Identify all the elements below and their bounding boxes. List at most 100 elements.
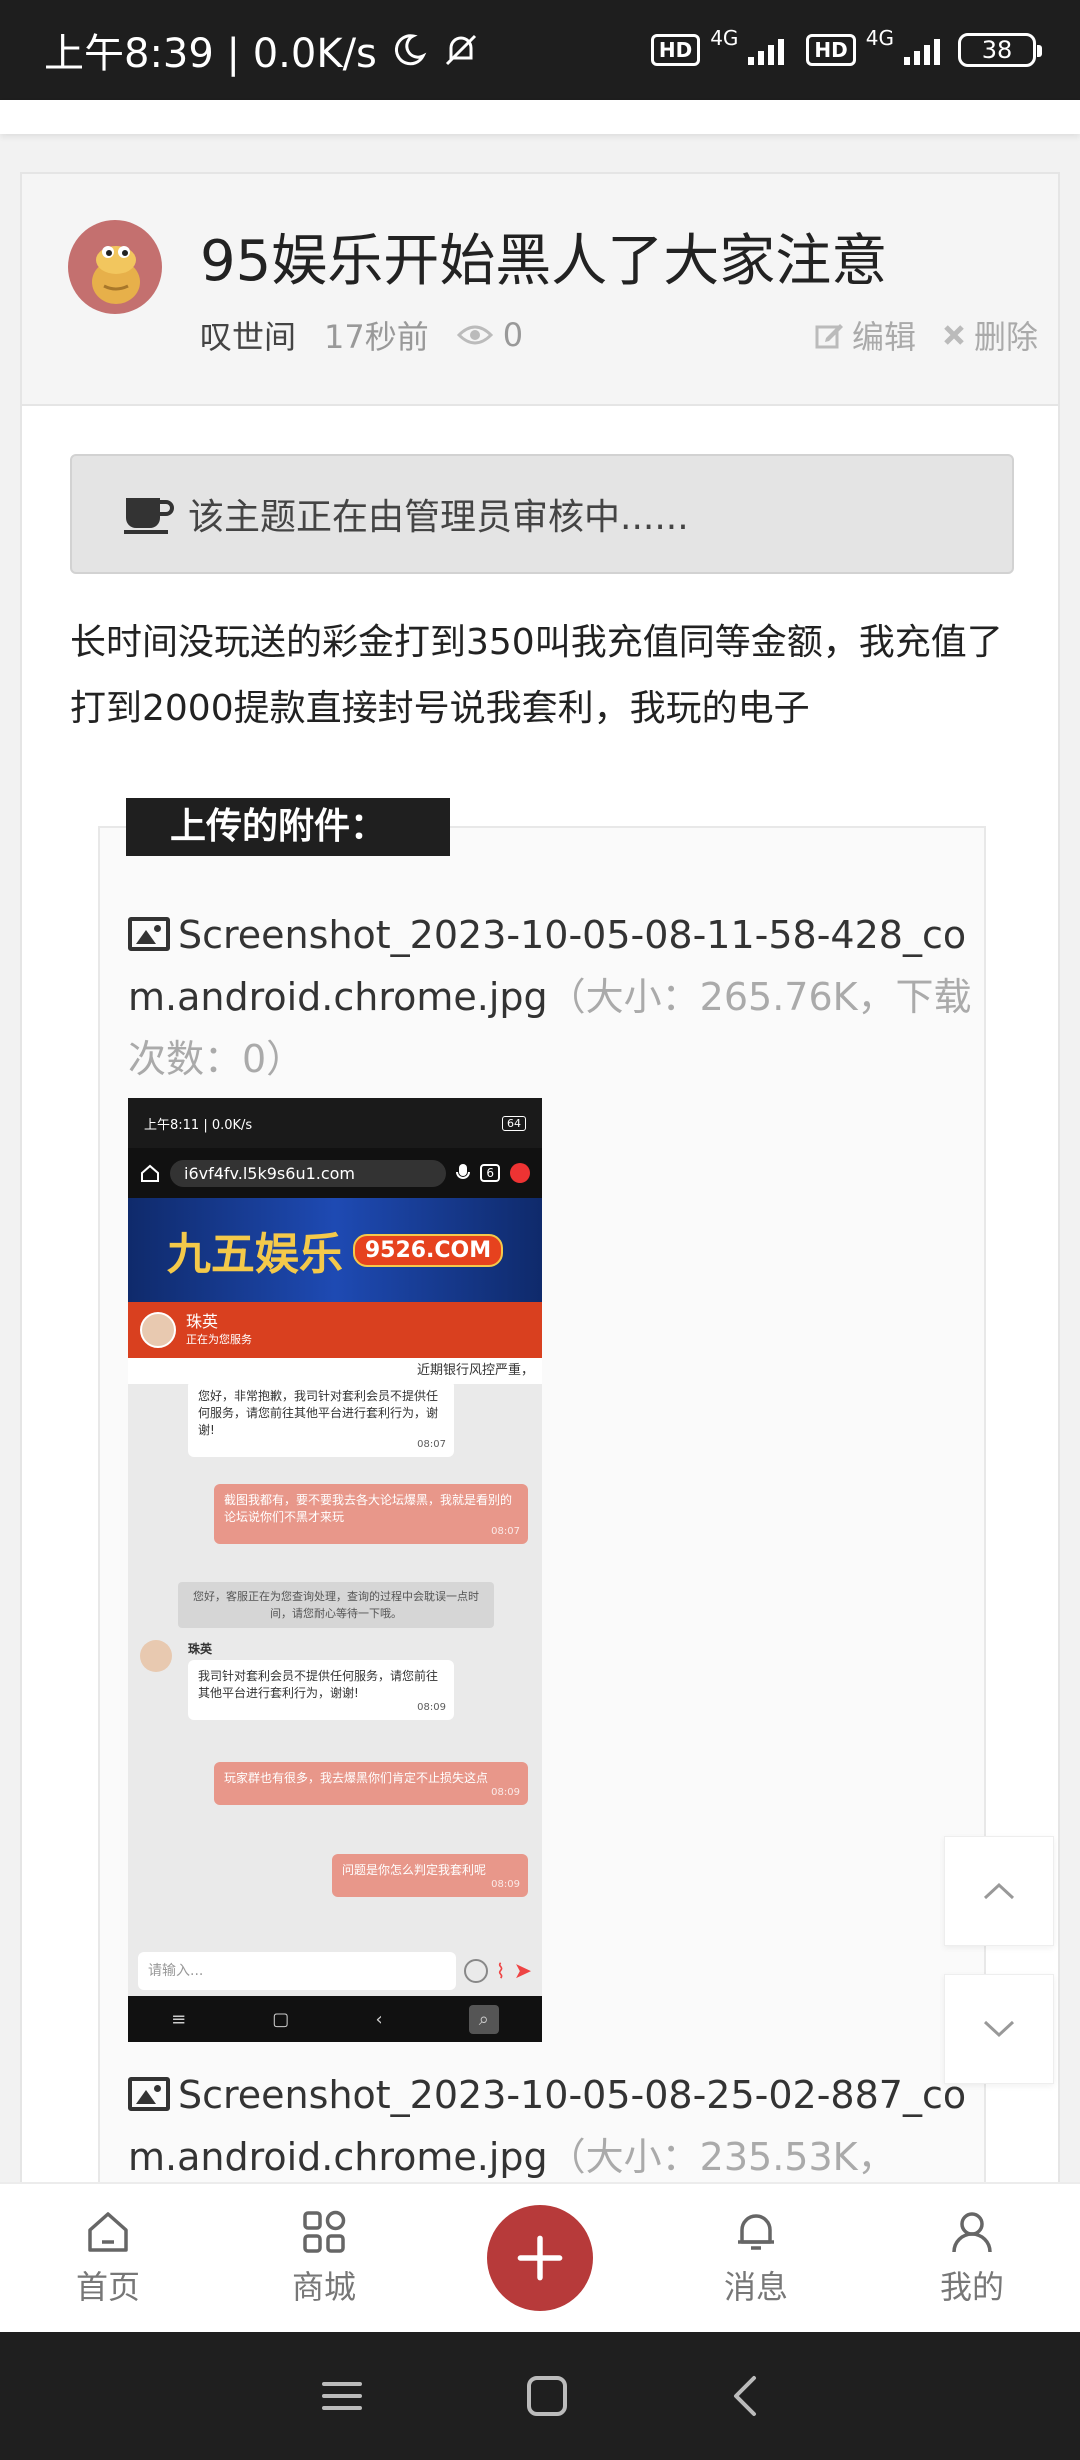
plus-icon xyxy=(517,2235,563,2281)
scroll-bottom-button[interactable] xyxy=(944,1974,1054,2084)
delete-label: 删除 xyxy=(973,318,1038,356)
post-actions: 编辑 删除 xyxy=(814,312,1038,358)
tab-messages[interactable]: 消息 xyxy=(676,2208,836,2308)
shot-brand: 九五娱乐 xyxy=(166,1229,343,1280)
chevron-up-icon xyxy=(983,1882,1015,1900)
scroll-top-button[interactable] xyxy=(944,1836,1054,1946)
attach-icon: ⌇ xyxy=(495,1959,506,1983)
image-icon xyxy=(128,916,170,951)
status-time-speed: 上午8:39 | 0.0K/s xyxy=(44,31,377,77)
upload-icon xyxy=(510,1163,530,1183)
view-count-value: 0 xyxy=(502,316,524,354)
bottom-tab-bar: 首页 商城 消息 我的 xyxy=(0,2182,1080,2332)
attachments-box: 上传的附件： Screenshot_2023-10-05-08-11-58-42… xyxy=(98,798,986,2326)
chat-text: 玩家群也有很多，我去爆黑你们肯定不止损失这点 xyxy=(224,1771,489,1785)
avatar-image xyxy=(92,246,140,304)
back-icon[interactable] xyxy=(730,2374,760,2418)
edit-button[interactable]: 编辑 xyxy=(814,312,916,358)
image-icon xyxy=(128,2076,170,2111)
search-icon: ⌕ xyxy=(468,2004,499,2034)
shot-nav-bar: ≡ ▢ ‹ ⌕ xyxy=(128,1996,542,2042)
agent-avatar xyxy=(140,1312,176,1348)
menu-icon[interactable] xyxy=(320,2376,364,2416)
status-left: 上午8:39 | 0.0K/s xyxy=(44,21,481,79)
signal-icon xyxy=(904,35,940,65)
chat-time: 08:07 xyxy=(491,1526,520,1537)
post-title: 95娱乐开始黑人了大家注意 xyxy=(200,229,888,294)
chat-time: 08:09 xyxy=(491,1879,520,1890)
muted-bell-icon xyxy=(445,34,476,66)
user-icon xyxy=(952,2212,992,2253)
emoji-icon xyxy=(463,1959,488,1983)
mic-icon xyxy=(456,1164,471,1179)
tab-shop[interactable]: 商城 xyxy=(244,2208,404,2308)
chat-text: 您好，非常抱歉，我司针对套利会员不提供任何服务，请您前往其他平台进行套利行为，谢… xyxy=(198,1389,439,1437)
attachment-meta: （大小：235.53K， xyxy=(547,2135,896,2179)
chat-bubble-outgoing: 截图我都有，要不要我去各大论坛爆黑，我就是看别的论坛说你们不黑才来玩 08:07 xyxy=(214,1484,528,1544)
network-type: 4G xyxy=(865,26,894,50)
battery-level: 38 xyxy=(981,36,1013,64)
attachment-file[interactable]: Screenshot_2023-10-05-08-25-02-887_com.a… xyxy=(128,2064,978,2188)
tab-mine[interactable]: 我的 xyxy=(892,2208,1052,2308)
send-icon: ➤ xyxy=(513,1958,532,1984)
chat-system-message: 您好，客服正在为您查询处理，查询的过程中会耽误一点时间，请您耐心等待一下哦。 xyxy=(178,1582,494,1628)
coffee-cup-icon xyxy=(124,498,174,534)
attachments-title: 上传的附件： xyxy=(126,798,451,856)
review-notice: 该主题正在由管理员审核中...... xyxy=(70,454,1014,574)
review-notice-text: 该主题正在由管理员审核中...... xyxy=(188,497,689,538)
back-icon: ‹ xyxy=(375,2008,383,2030)
tab-home-label: 首页 xyxy=(75,2268,140,2306)
network-type: 4G xyxy=(710,26,739,50)
shot-url-bar: i6vf4fv.l5k9s6u1.com 6 xyxy=(128,1148,542,1198)
chat-text: 问题是你怎么判定我套利呢 xyxy=(342,1863,487,1877)
post-card: 95娱乐开始黑人了大家注意 叹世间 17秒前 0 编辑 删除 该主题正在由管理员… xyxy=(20,172,1060,2326)
moon-icon xyxy=(394,34,427,66)
close-icon xyxy=(944,325,964,345)
agent-name: 珠英 xyxy=(186,1312,219,1331)
chat-time: 08:07 xyxy=(417,1439,446,1450)
tab-shop-label: 商城 xyxy=(291,2268,356,2306)
edit-icon xyxy=(815,324,843,349)
post-meta: 叹世间 17秒前 0 xyxy=(200,312,523,358)
avatar[interactable] xyxy=(68,220,162,314)
battery-icon: 38 xyxy=(958,33,1042,67)
chat-text: 截图我都有，要不要我去各大论坛爆黑，我就是看别的论坛说你们不黑才来玩 xyxy=(224,1493,513,1524)
system-nav-bar xyxy=(0,2332,1080,2460)
attachment-image[interactable]: 上午8:11 | 0.0K/s 64 i6vf4fv.l5k9s6u1.com … xyxy=(128,1098,542,2042)
shot-status-time: 上午8:11 | 0.0K/s xyxy=(144,1117,253,1133)
top-strip xyxy=(0,100,1080,134)
shot-url: i6vf4fv.l5k9s6u1.com xyxy=(170,1159,447,1187)
post-body: 长时间没玩送的彩金打到350叫我充值同等金额，我充值了打到2000提款直接封号说… xyxy=(70,622,1003,729)
home-icon xyxy=(141,1164,159,1182)
chevron-down-icon xyxy=(983,2020,1015,2038)
shot-tab-count: 6 xyxy=(480,1164,500,1182)
tab-home[interactable]: 首页 xyxy=(28,2208,188,2308)
chat-bubble-incoming: 我司针对套利会员不提供任何服务，请您前往其他平台进行套利行为，谢谢! 08:09 xyxy=(188,1660,454,1720)
shot-domain-badge: 9526.COM xyxy=(352,1233,504,1267)
home-square-icon[interactable] xyxy=(525,2374,569,2418)
grid-icon xyxy=(303,2210,346,2253)
shot-status-bar: 上午8:11 | 0.0K/s 64 xyxy=(128,1098,542,1148)
post-time: 17秒前 xyxy=(324,318,429,356)
shot-agent-bar: 珠英 正在为您服务 xyxy=(128,1302,542,1358)
post-header: 95娱乐开始黑人了大家注意 叹世间 17秒前 0 编辑 删除 xyxy=(22,174,1058,406)
status-right: HD 4G HD 4G 38 xyxy=(650,26,1042,67)
status-bar: 上午8:39 | 0.0K/s HD 4G HD 4G 38 xyxy=(0,0,1080,100)
menu-icon: ≡ xyxy=(171,2008,187,2030)
shot-battery: 64 xyxy=(502,1115,526,1131)
shot-input: 请输入... xyxy=(138,1952,456,1990)
author-name[interactable]: 叹世间 xyxy=(200,312,296,358)
add-post-button[interactable] xyxy=(487,2205,593,2311)
chat-bubble-outgoing: 问题是你怎么判定我套利呢 08:09 xyxy=(332,1854,528,1897)
agent-status: 正在为您服务 xyxy=(186,1333,252,1346)
hd-badge: HD xyxy=(806,34,856,66)
square-icon: ▢ xyxy=(272,2008,290,2030)
delete-button[interactable]: 删除 xyxy=(942,312,1038,358)
shot-input-bar: 请输入... ⌇ ➤ xyxy=(128,1946,542,1996)
hd-badge: HD xyxy=(650,34,701,66)
view-count: 0 xyxy=(456,316,524,354)
tab-post[interactable] xyxy=(460,2205,620,2311)
chat-bubble-incoming: 您好，非常抱歉，我司针对套利会员不提供任何服务，请您前往其他平台进行套利行为，谢… xyxy=(188,1380,454,1457)
chat-time: 08:09 xyxy=(491,1787,520,1798)
attachment-file[interactable]: Screenshot_2023-10-05-08-11-58-428_com.a… xyxy=(128,904,978,1090)
